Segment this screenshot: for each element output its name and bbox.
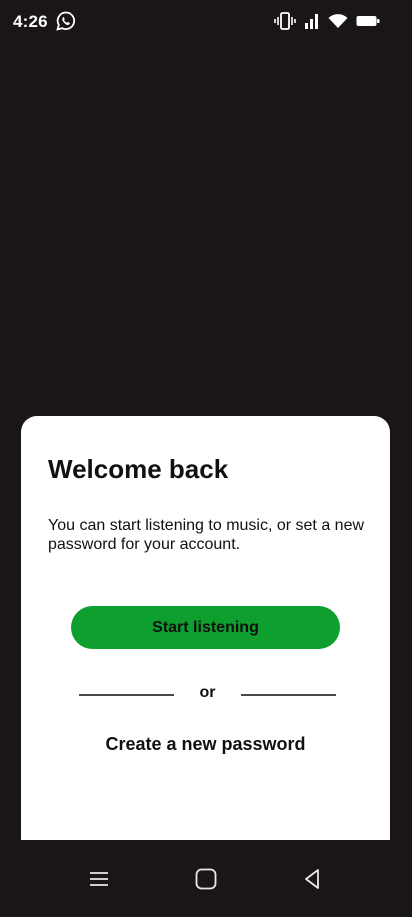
- signal-icon: [304, 13, 320, 29]
- status-icons: [274, 11, 380, 31]
- navigation-bar: [0, 840, 412, 917]
- start-listening-button[interactable]: Start listening: [71, 606, 340, 649]
- welcome-card: Welcome back You can start listening to …: [21, 416, 390, 840]
- status-bar: 4:26: [0, 0, 412, 44]
- home-icon[interactable]: [193, 866, 219, 892]
- status-time: 4:26: [13, 12, 48, 31]
- whatsapp-icon: [56, 11, 76, 31]
- page-title: Welcome back: [48, 454, 229, 484]
- battery-icon: [356, 15, 380, 27]
- screen: 4:26 Welcome back You can start listenin…: [0, 0, 412, 917]
- create-new-password-button[interactable]: Create a new password: [21, 734, 390, 755]
- divider-text: or: [199, 684, 216, 701]
- welcome-subtitle: You can start listening to music, or set…: [48, 517, 365, 553]
- vibrate-icon: [274, 12, 296, 30]
- menu-icon[interactable]: [86, 866, 112, 892]
- divider-line-right: [241, 694, 336, 696]
- or-divider: or: [79, 684, 336, 704]
- wifi-icon: [328, 13, 348, 29]
- back-icon[interactable]: [299, 866, 325, 892]
